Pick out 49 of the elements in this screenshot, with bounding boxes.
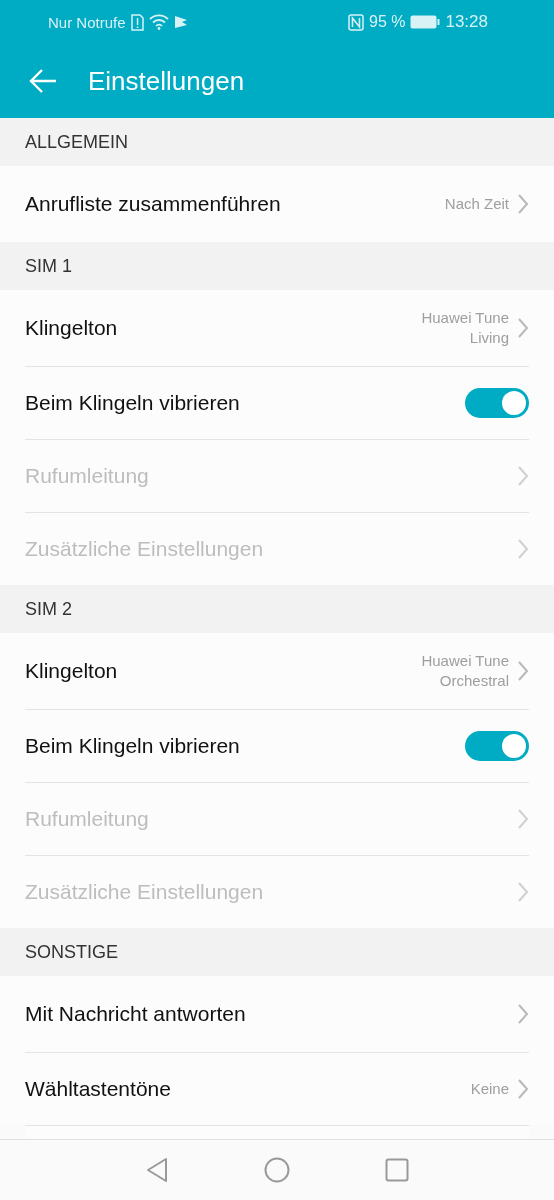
setting-label: Beim Klingeln vibrieren	[25, 391, 240, 415]
settings-row[interactable]: Beim Klingeln vibrieren	[25, 366, 529, 439]
chevron-icon	[517, 538, 529, 560]
battery-percent: 95 %	[369, 13, 406, 31]
clock-time: 13:28	[445, 12, 488, 32]
setting-label: Wähltastentöne	[25, 1077, 171, 1101]
section-header: SIM 1	[0, 242, 554, 290]
sim-alert-icon	[130, 13, 144, 31]
page-title: Einstellungen	[88, 65, 245, 97]
battery-icon	[410, 15, 441, 29]
setting-value: Huawei Tune Living	[420, 308, 509, 348]
settings-row[interactable]: Klingelton Huawei Tune Orchestral	[25, 633, 529, 709]
setting-label: Rufumleitung	[25, 807, 149, 831]
setting-label: Rufumleitung	[25, 464, 149, 488]
settings-row[interactable]: Beim Klingeln vibrieren	[25, 709, 529, 782]
settings-row[interactable]: Anrufliste zusammenführen Nach Zeit	[25, 166, 529, 242]
back-nav-button[interactable]	[145, 1157, 169, 1183]
setting-value: Keine	[470, 1079, 509, 1099]
back-button[interactable]	[28, 68, 58, 94]
chevron-icon	[517, 660, 529, 682]
chevron-icon	[517, 1078, 529, 1100]
chevron-icon	[517, 808, 529, 830]
section-header: SIM 2	[0, 585, 554, 633]
setting-label: Klingelton	[25, 316, 118, 340]
carrier-text: Nur Notrufe	[48, 13, 126, 31]
setting-label: Klingelton	[25, 659, 118, 683]
setting-label: Zusätzliche Einstellungen	[25, 537, 264, 561]
home-nav-button[interactable]	[264, 1157, 290, 1183]
chevron-icon	[517, 193, 529, 215]
setting-label: Anrufliste zusammenführen	[25, 192, 281, 216]
toggle-switch[interactable]	[465, 731, 529, 761]
wifi-icon	[148, 14, 169, 30]
setting-label: Mit Nachricht antworten	[25, 1002, 246, 1026]
chevron-icon	[517, 881, 529, 903]
settings-row[interactable]: Mit Nachricht antworten	[25, 976, 529, 1052]
section-header: SONSTIGE	[0, 928, 554, 976]
setting-value: Nach Zeit	[444, 194, 509, 214]
chevron-icon	[517, 1003, 529, 1025]
flag-icon	[173, 15, 188, 29]
setting-label: Beim Klingeln vibrieren	[25, 734, 240, 758]
setting-value: Huawei Tune Orchestral	[420, 651, 509, 691]
toggle-switch[interactable]	[465, 388, 529, 418]
chevron-icon	[517, 465, 529, 487]
chevron-icon	[517, 317, 529, 339]
setting-label: Zusätzliche Einstellungen	[25, 880, 264, 904]
recents-nav-button[interactable]	[385, 1158, 409, 1182]
section-header: ALLGEMEIN	[0, 118, 554, 166]
nfc-icon	[348, 13, 364, 31]
settings-row[interactable]: Klingelton Huawei Tune Living	[25, 290, 529, 366]
